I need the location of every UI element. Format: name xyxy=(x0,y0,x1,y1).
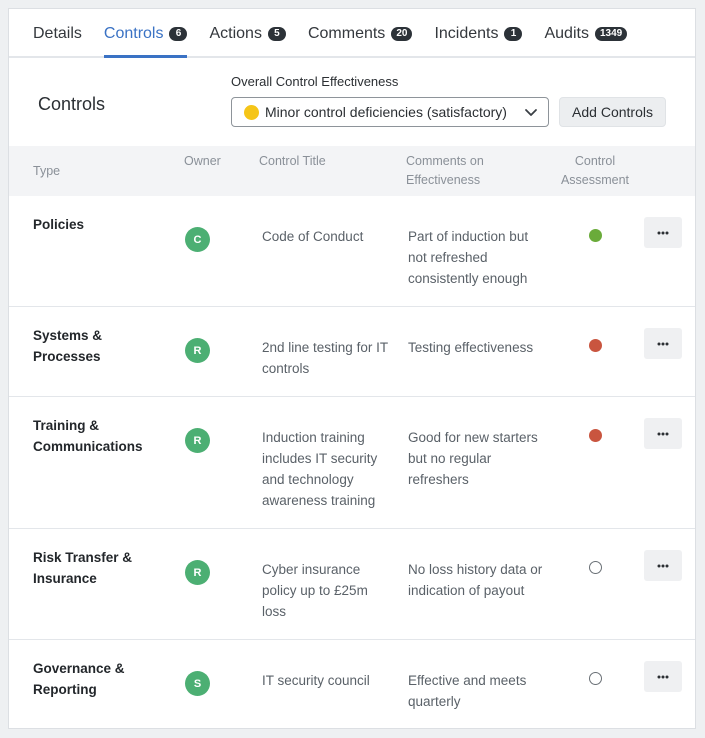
count-badge: 5 xyxy=(267,26,286,41)
owner-avatar[interactable]: S xyxy=(185,671,210,696)
control-type-line: Governance & xyxy=(33,661,125,676)
count-badge: 1 xyxy=(504,26,523,41)
control-type-line: Reporting xyxy=(33,682,97,697)
column-header-owner: Owner xyxy=(184,154,221,168)
assessment-indicator xyxy=(589,429,602,442)
assessment-indicator xyxy=(589,339,602,352)
tab-details[interactable]: Details xyxy=(33,11,82,56)
controls-header: Controls Overall Control Effectiveness M… xyxy=(9,56,695,146)
row-menu-button[interactable] xyxy=(644,550,682,581)
control-title: Induction training includes IT security … xyxy=(262,430,378,508)
controls-panel: Details Controls 6 Actions 5 Comments 20… xyxy=(8,8,696,729)
more-horizontal-icon xyxy=(657,675,669,678)
owner-avatar[interactable]: R xyxy=(185,428,210,453)
tab-controls[interactable]: Controls 6 xyxy=(103,11,188,58)
table-row: Training & Communications R Induction tr… xyxy=(9,397,695,529)
column-header-line: Comments on xyxy=(406,154,484,168)
section-title: Controls xyxy=(38,94,106,114)
tab-label: Audits xyxy=(544,24,589,42)
assessment-indicator xyxy=(589,561,602,574)
control-type: Training & Communications xyxy=(33,415,163,457)
control-title: Cyber insurance policy up to £25m loss xyxy=(262,562,368,619)
control-type-line: Training & xyxy=(33,418,100,433)
effectiveness-comment: Effective and meets quarterly xyxy=(408,673,527,709)
row-menu-button[interactable] xyxy=(644,328,682,359)
control-type-line: Insurance xyxy=(33,571,97,586)
tab-label: Controls xyxy=(103,24,164,42)
effectiveness-select[interactable]: Minor control deficiencies (satisfactory… xyxy=(231,97,549,127)
table-header: Type Owner Control Title Comments on Eff… xyxy=(9,146,695,196)
owner-avatar[interactable]: R xyxy=(185,338,210,363)
control-type-line: Communications xyxy=(33,439,143,454)
effectiveness-comment: Good for new starters but no regular ref… xyxy=(408,430,538,487)
owner-avatar[interactable]: R xyxy=(185,560,210,585)
effectiveness-comment: Part of induction but not refreshed cons… xyxy=(408,229,529,286)
control-type-line: Policies xyxy=(33,217,85,232)
tab-comments[interactable]: Comments 20 xyxy=(307,11,413,56)
control-title: IT security council xyxy=(262,673,370,688)
tab-bar: Details Controls 6 Actions 5 Comments 20… xyxy=(9,9,695,58)
assessment-indicator xyxy=(589,672,602,685)
count-badge: 20 xyxy=(391,26,413,41)
more-horizontal-icon xyxy=(657,231,669,234)
tab-actions[interactable]: Actions 5 xyxy=(209,11,286,56)
effectiveness-comment: No loss history data or indication of pa… xyxy=(408,562,543,598)
more-horizontal-icon xyxy=(657,432,669,435)
table-row: Systems & Processes R 2nd line testing f… xyxy=(9,307,695,397)
column-header-line: Assessment xyxy=(560,173,630,187)
effectiveness-value: Minor control deficiencies (satisfactory… xyxy=(265,104,507,120)
column-header-assessment: Control Assessment xyxy=(559,152,631,190)
tab-label: Comments xyxy=(307,24,386,42)
more-horizontal-icon xyxy=(657,342,669,345)
assessment-indicator xyxy=(589,229,602,242)
count-badge: 6 xyxy=(169,26,188,41)
column-header-type: Type xyxy=(33,164,61,178)
column-header-line: Effectiveness xyxy=(406,173,481,187)
effectiveness-label: Overall Control Effectiveness xyxy=(231,74,399,89)
tab-incidents[interactable]: Incidents 1 xyxy=(434,11,523,56)
control-type-line: Risk Transfer & xyxy=(33,550,133,565)
status-dot xyxy=(244,104,259,120)
control-title: 2nd line testing for IT controls xyxy=(262,340,388,376)
tab-label: Incidents xyxy=(434,24,499,42)
control-type: Risk Transfer & Insurance xyxy=(33,547,163,589)
owner-avatar[interactable]: C xyxy=(185,227,210,252)
chevron-down-icon xyxy=(524,105,538,124)
control-type-line: Processes xyxy=(33,349,101,364)
row-menu-button[interactable] xyxy=(644,217,682,248)
add-controls-button[interactable]: Add Controls xyxy=(559,97,666,127)
row-menu-button[interactable] xyxy=(644,418,682,449)
control-type: Governance & Reporting xyxy=(33,658,163,700)
effectiveness-comment: Testing effectiveness xyxy=(408,340,534,355)
control-type: Systems & Processes xyxy=(33,325,163,367)
tab-label: Details xyxy=(33,24,82,42)
table-row: Governance & Reporting S IT security cou… xyxy=(9,640,695,729)
count-badge: 1349 xyxy=(594,26,628,41)
more-horizontal-icon xyxy=(657,564,669,567)
control-type: Policies xyxy=(33,214,163,235)
column-header-comments: Comments on Effectiveness xyxy=(406,152,484,190)
column-header-line: Control xyxy=(574,154,616,168)
column-header-title: Control Title xyxy=(259,154,326,168)
tab-label: Actions xyxy=(209,24,262,42)
table-row: Risk Transfer & Insurance R Cyber insura… xyxy=(9,529,695,640)
row-menu-button[interactable] xyxy=(644,661,682,692)
tab-audits[interactable]: Audits 1349 xyxy=(544,11,628,56)
control-title: Code of Conduct xyxy=(262,229,364,244)
table-row: Policies C Code of Conduct Part of induc… xyxy=(9,196,695,307)
control-type-line: Systems & xyxy=(33,328,103,343)
